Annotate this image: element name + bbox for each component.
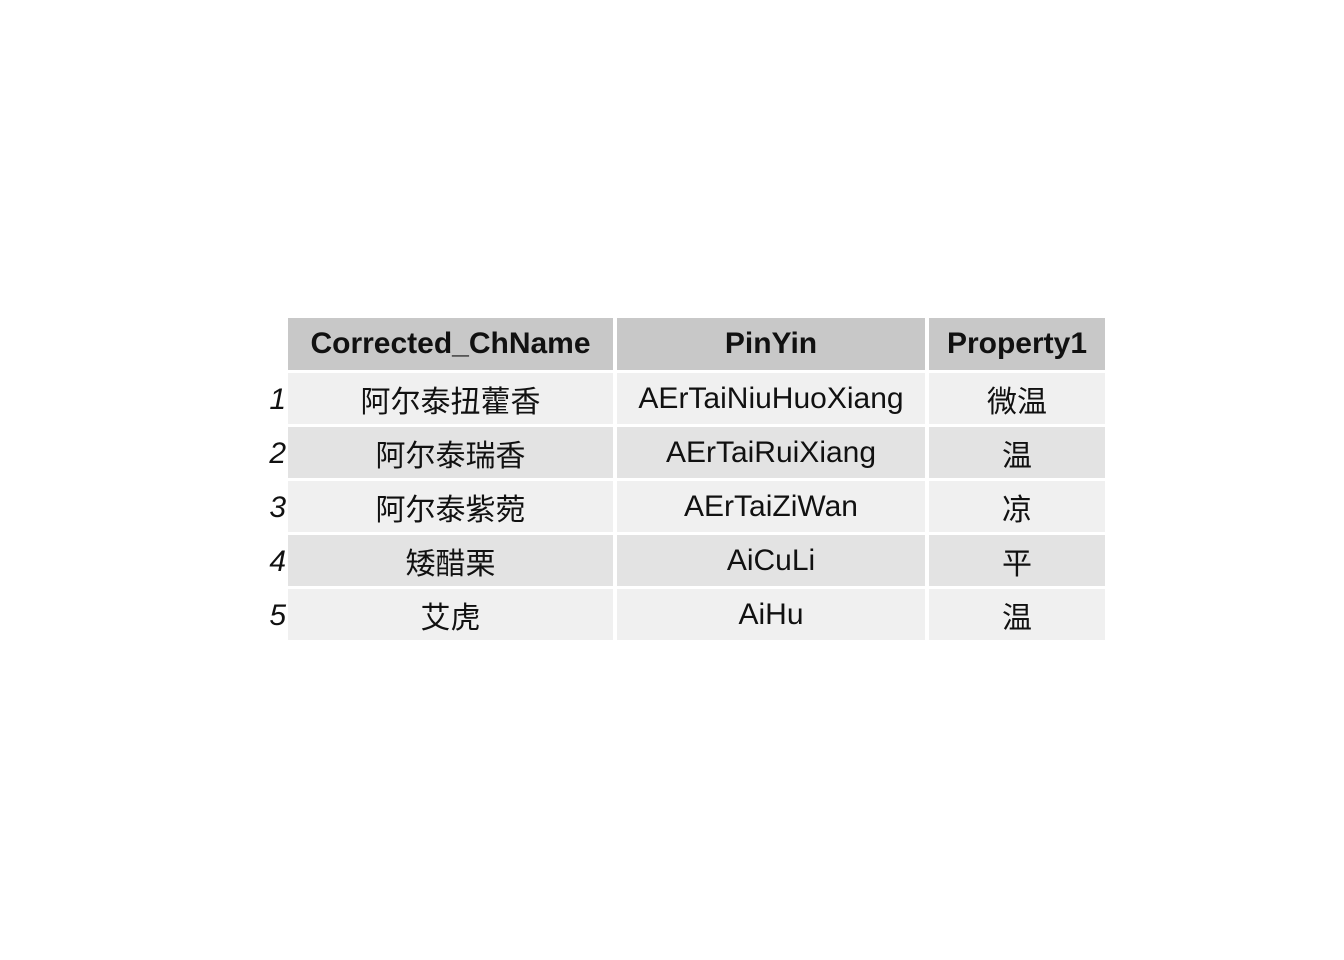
cell-chname: 阿尔泰瑞香: [288, 427, 617, 481]
column-header-pinyin: PinYin: [617, 318, 929, 373]
column-header-property1: Property1: [929, 318, 1105, 373]
cell-pinyin: AErTaiZiWan: [617, 481, 929, 535]
column-header-chname: Corrected_ChName: [288, 318, 617, 373]
table-row: 阿尔泰瑞香 AErTaiRuiXiang 温: [288, 427, 1105, 481]
table-row: 矮醋栗 AiCuLi 平: [288, 535, 1105, 589]
row-index-label: 2: [269, 437, 286, 470]
row-index-label: 5: [269, 599, 286, 632]
table-row: 艾虎 AiHu 温: [288, 589, 1105, 643]
table-row: 阿尔泰扭藿香 AErTaiNiuHuoXiang 微温: [288, 373, 1105, 427]
cell-property1: 温: [929, 589, 1105, 643]
cell-chname: 艾虎: [288, 589, 617, 643]
row-index-label: 3: [269, 491, 286, 524]
table-row: 阿尔泰紫菀 AErTaiZiWan 凉: [288, 481, 1105, 535]
cell-property1: 平: [929, 535, 1105, 589]
cell-pinyin: AiCuLi: [617, 535, 929, 589]
cell-pinyin: AErTaiRuiXiang: [617, 427, 929, 481]
cell-property1: 温: [929, 427, 1105, 481]
row-index-label: 1: [269, 383, 286, 416]
cell-property1: 凉: [929, 481, 1105, 535]
cell-chname: 矮醋栗: [288, 535, 617, 589]
row-index-label: 4: [269, 545, 286, 578]
cell-chname: 阿尔泰紫菀: [288, 481, 617, 535]
data-table: Corrected_ChName PinYin Property1 阿尔泰扭藿香…: [288, 318, 1105, 643]
data-table-container: Corrected_ChName PinYin Property1 阿尔泰扭藿香…: [288, 318, 1105, 643]
cell-chname: 阿尔泰扭藿香: [288, 373, 617, 427]
cell-property1: 微温: [929, 373, 1105, 427]
cell-pinyin: AiHu: [617, 589, 929, 643]
cell-pinyin: AErTaiNiuHuoXiang: [617, 373, 929, 427]
header-row: Corrected_ChName PinYin Property1: [288, 318, 1105, 373]
